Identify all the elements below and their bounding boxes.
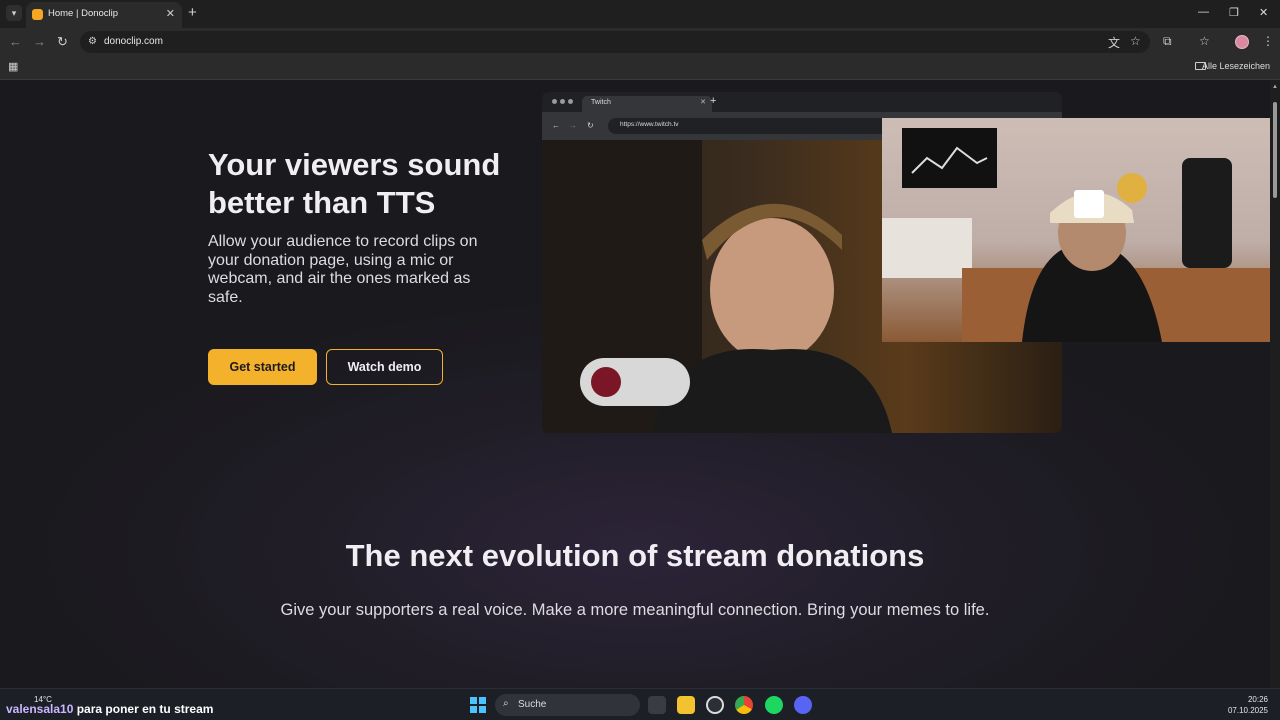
site-info-icon[interactable]: ⚙ [88, 36, 97, 47]
mock-window-dot [560, 99, 565, 104]
chrome-icon[interactable] [735, 696, 753, 714]
mock-reload-icon: ↻ [587, 121, 594, 130]
taskbar-search[interactable]: ⌕ Suche [495, 694, 640, 716]
mock-tab-title: Twitch [591, 99, 611, 106]
all-bookmarks-link[interactable]: Alle Lesezeichen [1202, 61, 1270, 71]
taskbar-search-label: Suche [518, 699, 547, 710]
mock-new-tab-icon: + [710, 95, 717, 107]
reading-list-icon[interactable]: ☆ [1199, 34, 1210, 48]
profile-avatar[interactable] [1235, 35, 1249, 49]
app-icon[interactable] [706, 696, 724, 714]
back-icon[interactable]: ← [9, 34, 22, 49]
overlay-message: para poner en tu stream [73, 702, 214, 716]
browser-tab-strip: ▾ Home | Donoclip ✕ + — ❐ ✕ [0, 0, 1280, 28]
page-scrollbar[interactable]: ▲ [1270, 80, 1280, 688]
watch-demo-button[interactable]: Watch demo [326, 349, 443, 385]
donoclip-favicon-icon [32, 9, 43, 20]
browser-toolbar: ← → ↻ ⚙ donoclip.com 文 ☆ ⧉ ☆ ⋮ [0, 28, 1280, 56]
stream-overlay-text: valensala10 para poner en tu stream [6, 702, 213, 716]
mock-url: https://www.twitch.tv [620, 121, 679, 128]
minimize-icon[interactable]: — [1198, 6, 1209, 18]
spotify-icon[interactable] [765, 696, 783, 714]
reload-icon[interactable]: ↻ [57, 34, 68, 50]
overlay-username: valensala10 [6, 702, 74, 716]
mock-window-dot [568, 99, 573, 104]
translate-icon[interactable]: 文 [1108, 34, 1120, 51]
search-icon: ⌕ [503, 698, 509, 709]
get-started-button[interactable]: Get started [208, 349, 317, 385]
windows-taskbar: 14°C valensala10 para poner en tu stream… [0, 688, 1280, 720]
forward-icon[interactable]: → [33, 34, 46, 49]
tab-title: Home | Donoclip [48, 8, 119, 19]
webcam-overlay [882, 118, 1280, 342]
bookmark-star-icon[interactable]: ☆ [1130, 34, 1141, 48]
address-bar[interactable]: ⚙ donoclip.com [80, 31, 1150, 53]
browser-tab[interactable]: Home | Donoclip ✕ [26, 2, 182, 28]
system-clock[interactable]: 20:26 07.10.2025 [1228, 694, 1268, 716]
apps-grid-icon[interactable]: ▦ [8, 60, 18, 73]
clock-date: 07.10.2025 [1227, 706, 1268, 715]
mock-tab: Twitch ✕ [582, 96, 712, 112]
clock-time: 20:26 [1247, 695, 1268, 704]
url-text[interactable]: donoclip.com [104, 36, 163, 47]
windows-start-icon[interactable] [470, 697, 486, 713]
mock-forward-icon: → [569, 121, 577, 130]
hero-title: Your viewers sound better than TTS [208, 147, 501, 220]
tab-search-icon[interactable]: ▾ [6, 5, 22, 21]
mock-window-dot [552, 99, 557, 104]
hero-subtitle: Allow your audience to record clips on y… [208, 233, 478, 306]
close-window-icon[interactable]: ✕ [1259, 6, 1268, 19]
scrollbar-thumb[interactable] [1273, 102, 1277, 198]
mock-back-icon: ← [552, 121, 560, 130]
menu-icon[interactable]: ⋮ [1262, 34, 1274, 48]
mock-tab-bar: Twitch ✕ + [542, 92, 1062, 112]
extensions-icon[interactable]: ⧉ [1163, 34, 1172, 49]
bookmarks-bar: ▦ Alle Lesezeichen [0, 56, 1280, 80]
discord-icon[interactable] [794, 696, 812, 714]
webcam-scene [882, 128, 1280, 342]
tab-close-icon[interactable]: ✕ [166, 7, 175, 20]
scroll-up-icon[interactable]: ▲ [1272, 84, 1278, 90]
file-explorer-icon[interactable] [677, 696, 695, 714]
mock-tab-close-icon: ✕ [700, 99, 706, 106]
new-tab-icon[interactable]: + [188, 4, 197, 21]
cursor-icon [0, 80, 10, 90]
restore-icon[interactable]: ❐ [1229, 6, 1239, 19]
task-view-icon[interactable] [648, 696, 666, 714]
